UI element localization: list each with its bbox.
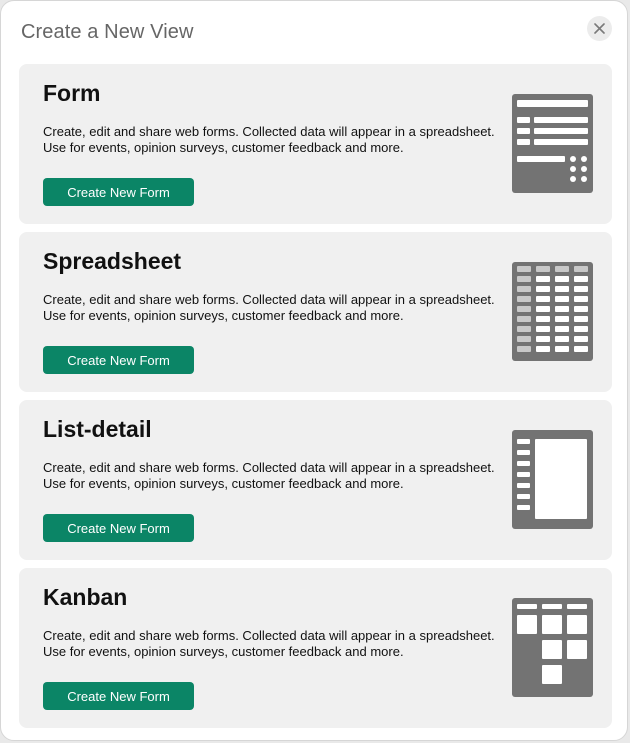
kanban-icon xyxy=(512,598,593,697)
card-description-line: Use for events, opinion surveys, custome… xyxy=(43,308,404,323)
spreadsheet-card: Spreadsheet Create, edit and share web f… xyxy=(19,232,612,392)
create-form-button[interactable]: Create New Form xyxy=(43,514,194,542)
create-form-button[interactable]: Create New Form xyxy=(43,346,194,374)
kanban-card: Kanban Create, edit and share web forms.… xyxy=(19,568,612,728)
spreadsheet-icon xyxy=(512,262,593,361)
card-title: List-detail xyxy=(43,416,152,442)
card-description: Create, edit and share web forms. Collec… xyxy=(43,124,503,156)
list-detail-icon xyxy=(512,430,593,529)
view-options-list: Form Create, edit and share web forms. C… xyxy=(19,64,612,736)
card-description-line: Create, edit and share web forms. Collec… xyxy=(43,460,495,475)
card-title: Kanban xyxy=(43,584,128,610)
card-description-line: Use for events, opinion surveys, custome… xyxy=(43,476,404,491)
card-description: Create, edit and share web forms. Collec… xyxy=(43,460,503,492)
card-description-line: Create, edit and share web forms. Collec… xyxy=(43,628,495,643)
card-description-line: Use for events, opinion surveys, custome… xyxy=(43,140,404,155)
create-form-button[interactable]: Create New Form xyxy=(43,682,194,710)
form-icon xyxy=(512,94,593,193)
create-view-dialog: Create a New View Form Create, edit and … xyxy=(0,0,628,741)
card-title: Form xyxy=(43,80,101,106)
card-description-line: Use for events, opinion surveys, custome… xyxy=(43,644,404,659)
create-form-button[interactable]: Create New Form xyxy=(43,178,194,206)
card-title: Spreadsheet xyxy=(43,248,182,274)
close-button[interactable] xyxy=(587,16,612,41)
form-card: Form Create, edit and share web forms. C… xyxy=(19,64,612,224)
close-icon xyxy=(594,23,605,34)
list-detail-card: List-detail Create, edit and share web f… xyxy=(19,400,612,560)
dialog-title: Create a New View xyxy=(21,21,194,43)
card-description: Create, edit and share web forms. Collec… xyxy=(43,628,503,660)
card-description: Create, edit and share web forms. Collec… xyxy=(43,292,503,324)
card-description-line: Create, edit and share web forms. Collec… xyxy=(43,292,495,307)
card-description-line: Create, edit and share web forms. Collec… xyxy=(43,124,495,139)
